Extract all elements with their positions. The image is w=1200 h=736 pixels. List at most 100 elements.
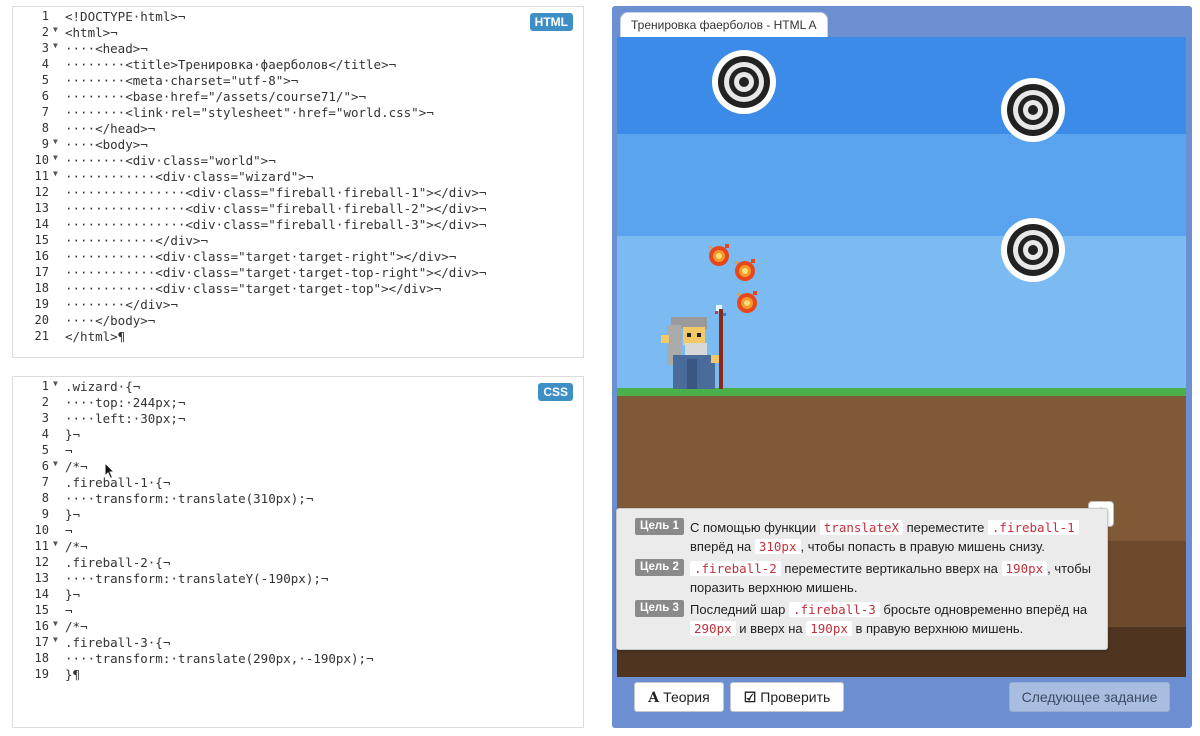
code-text: ············<div·class="target·target-to… bbox=[65, 265, 487, 280]
sky-band bbox=[617, 37, 1186, 134]
code-line[interactable]: 13 ····transform:·translateY(-190px);¬ bbox=[13, 571, 583, 587]
tasks-panel: Цель 1 С помощью функции translateX пере… bbox=[616, 508, 1108, 650]
code-line[interactable]: 5 ········<meta·charset="utf-8">¬ bbox=[13, 73, 583, 89]
line-number: 19 bbox=[34, 297, 49, 311]
code-line[interactable]: 13 ················<div·class="fireball·f… bbox=[13, 201, 583, 217]
code-line[interactable]: 4}¬ bbox=[13, 427, 583, 443]
grass-strip bbox=[617, 388, 1186, 396]
html-code-area[interactable]: 1 <!DOCTYPE·html>¬ 2 ▼ <html>¬ 3 ▼ ····<head>¬ 4… bbox=[13, 9, 583, 345]
code-line[interactable]: 14 ················<div·class="fireball·f… bbox=[13, 217, 583, 233]
css-badge: CSS bbox=[538, 383, 573, 401]
next-task-button[interactable]: Следующее задание bbox=[1009, 682, 1170, 712]
css-editor[interactable]: 1 ▼ .wizard·{¬ 2 ····top:·244px;¬ 3 ····left:·… bbox=[12, 376, 584, 728]
code-line[interactable]: 12 .fireball-2·{¬ bbox=[13, 555, 583, 571]
fold-arrow-icon[interactable]: ▼ bbox=[53, 459, 58, 468]
code-text: ················<div·class="fireball·fir… bbox=[65, 185, 487, 200]
fold-arrow-icon[interactable]: ▼ bbox=[53, 25, 58, 34]
line-number: 10 bbox=[34, 153, 49, 167]
code-text: .fireball-1·{¬ bbox=[65, 475, 171, 490]
line-number: 19 bbox=[34, 667, 49, 681]
check-button[interactable]: ☑ Проверить bbox=[730, 682, 844, 712]
code-line[interactable]: 16 ▼ /*¬ bbox=[13, 619, 583, 635]
line-number: 13 bbox=[34, 571, 49, 585]
line-number: 15 bbox=[34, 603, 49, 617]
code-line[interactable]: 19}¶ bbox=[13, 667, 583, 683]
code-line[interactable]: 2 ····top:·244px;¬ bbox=[13, 395, 583, 411]
code-line[interactable]: 7 .fireball-1·{¬ bbox=[13, 475, 583, 491]
code-line[interactable]: 17 ▼ .fireball-3·{¬ bbox=[13, 635, 583, 651]
code-line[interactable]: 11 ▼ /*¬ bbox=[13, 539, 583, 555]
code-text: ············<div·class="target·target-ri… bbox=[65, 249, 457, 264]
code-line[interactable]: 20 ····</body>¬ bbox=[13, 313, 583, 329]
fold-arrow-icon[interactable]: ▼ bbox=[53, 379, 58, 388]
fold-arrow-icon[interactable]: ▼ bbox=[53, 153, 58, 162]
line-number: 5 bbox=[41, 443, 49, 457]
line-number: 11 bbox=[34, 539, 49, 553]
line-number: 12 bbox=[34, 185, 49, 199]
code-line[interactable]: 18 ············<div·class="target·target-… bbox=[13, 281, 583, 297]
code-line[interactable]: 6 ▼ /*¬ bbox=[13, 459, 583, 475]
code-line[interactable]: 10 ¬ bbox=[13, 523, 583, 539]
code-line[interactable]: 1 <!DOCTYPE·html>¬ bbox=[13, 9, 583, 25]
target-right-icon bbox=[1001, 218, 1065, 282]
code-line[interactable]: 16 ············<div·class="target·target-… bbox=[13, 249, 583, 265]
line-number: 17 bbox=[34, 265, 49, 279]
code-text: /*¬ bbox=[65, 459, 88, 474]
code-line[interactable]: 15 ············</div>¬ bbox=[13, 233, 583, 249]
code-token: 190px bbox=[1001, 561, 1048, 576]
code-line[interactable]: 18 ····transform:·translate(290px,·-190px… bbox=[13, 651, 583, 667]
fold-arrow-icon[interactable]: ▼ bbox=[53, 635, 58, 644]
code-token: .fireball-3 bbox=[789, 602, 880, 617]
code-line[interactable]: 15 ¬ bbox=[13, 603, 583, 619]
code-line[interactable]: 17 ············<div·class="target·target-… bbox=[13, 265, 583, 281]
line-number: 9 bbox=[41, 137, 49, 151]
css-code-area[interactable]: 1 ▼ .wizard·{¬ 2 ····top:·244px;¬ 3 ····left:·… bbox=[13, 379, 583, 683]
code-text: ············<div·class="wizard">¬ bbox=[65, 169, 314, 184]
code-text: ¬ bbox=[65, 523, 73, 538]
code-line[interactable]: 9 ▼ ····<body>¬ bbox=[13, 137, 583, 153]
line-number: 2 bbox=[41, 25, 49, 39]
fold-arrow-icon[interactable]: ▼ bbox=[53, 539, 58, 548]
fold-arrow-icon[interactable]: ▼ bbox=[53, 137, 58, 146]
code-text: /*¬ bbox=[65, 619, 88, 634]
fold-arrow-icon[interactable]: ▼ bbox=[53, 41, 58, 50]
code-text: ········</div>¬ bbox=[65, 297, 178, 312]
fold-arrow-icon[interactable]: ▼ bbox=[53, 619, 58, 628]
line-number: 7 bbox=[41, 475, 49, 489]
code-line[interactable]: 8 ····transform:·translate(310px);¬ bbox=[13, 491, 583, 507]
code-line[interactable]: 10 ▼ ········<div·class="world">¬ bbox=[13, 153, 583, 169]
line-number: 16 bbox=[34, 619, 49, 633]
code-line[interactable]: 5 ¬ bbox=[13, 443, 583, 459]
theory-button[interactable]: A Теория bbox=[634, 682, 724, 712]
line-number: 13 bbox=[34, 201, 49, 215]
code-line[interactable]: 7 ········<link·rel="stylesheet"·href="wo… bbox=[13, 105, 583, 121]
code-line[interactable]: 12 ················<div·class="fireball·f… bbox=[13, 185, 583, 201]
code-line[interactable]: 9}¬ bbox=[13, 507, 583, 523]
code-line[interactable]: 8 ····</head>¬ bbox=[13, 121, 583, 137]
html-editor[interactable]: 1 <!DOCTYPE·html>¬ 2 ▼ <html>¬ 3 ▼ ····<head>¬ 4… bbox=[12, 6, 584, 358]
code-text: ····transform:·translate(290px,·-190px);… bbox=[65, 651, 374, 666]
code-text: ····transform:·translate(310px);¬ bbox=[65, 491, 314, 506]
code-line[interactable]: 21 </html>¶ bbox=[13, 329, 583, 345]
code-line[interactable]: 19 ········</div>¬ bbox=[13, 297, 583, 313]
code-line[interactable]: 11 ▼ ············<div·class="wizard">¬ bbox=[13, 169, 583, 185]
line-number: 8 bbox=[41, 121, 49, 135]
code-text: /*¬ bbox=[65, 539, 88, 554]
game-tab[interactable]: Тренировка фаерболов - HTML A bbox=[620, 12, 828, 38]
code-line[interactable]: 3 ····left:·30px;¬ bbox=[13, 411, 583, 427]
fireball-2-icon bbox=[735, 259, 755, 281]
code-text: ············<div·class="target·target-to… bbox=[65, 281, 442, 296]
line-number: 16 bbox=[34, 249, 49, 263]
html-badge: HTML bbox=[529, 13, 573, 31]
task-text: С помощью функции translateX переместите… bbox=[690, 518, 1100, 556]
line-number: 15 bbox=[34, 233, 49, 247]
code-text: ············</div>¬ bbox=[65, 233, 208, 248]
code-line[interactable]: 1 ▼ .wizard·{¬ bbox=[13, 379, 583, 395]
line-number: 18 bbox=[34, 281, 49, 295]
code-line[interactable]: 6 ········<base·href="/assets/course71/">… bbox=[13, 89, 583, 105]
fold-arrow-icon[interactable]: ▼ bbox=[53, 169, 58, 178]
code-line[interactable]: 4 ········<title>Тренировка·фаерболов</ti… bbox=[13, 57, 583, 73]
code-line[interactable]: 14}¬ bbox=[13, 587, 583, 603]
code-line[interactable]: 2 ▼ <html>¬ bbox=[13, 25, 583, 41]
code-line[interactable]: 3 ▼ ····<head>¬ bbox=[13, 41, 583, 57]
